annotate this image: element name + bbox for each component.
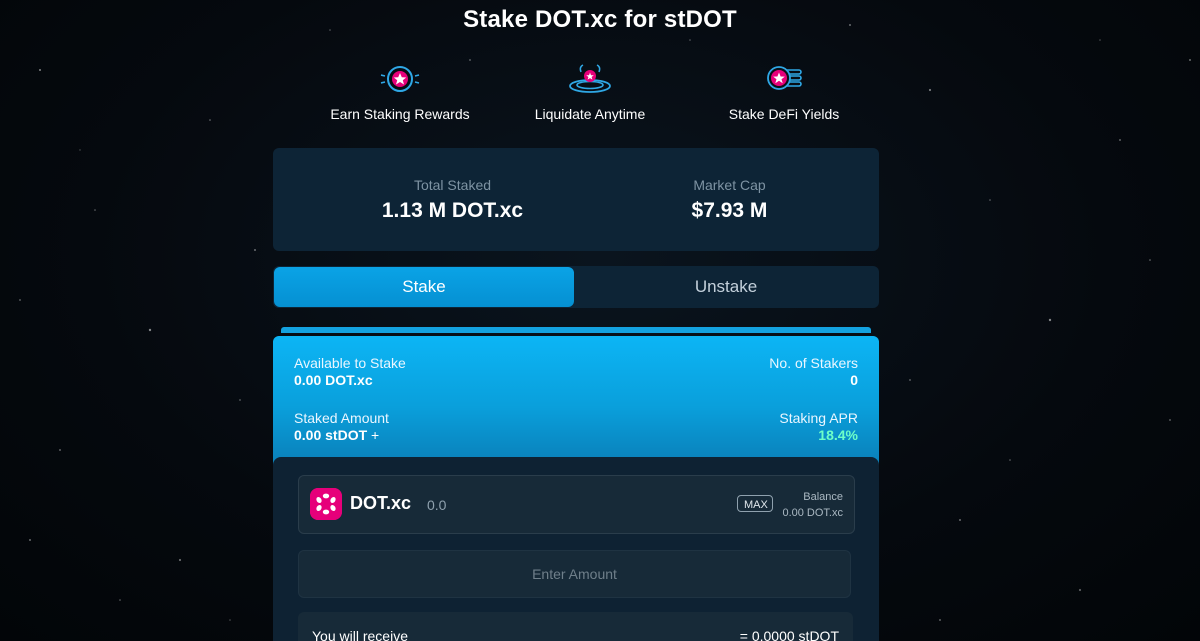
number-of-stakers: No. of Stakers 0 (769, 355, 858, 388)
tab-unstake[interactable]: Unstake (576, 267, 876, 307)
card-edge-decoration (281, 327, 871, 333)
staked-amount: Staked Amount 0.00 stDOT + (294, 410, 389, 443)
token-name: DOT.xc (350, 493, 412, 513)
amount-input[interactable] (298, 550, 851, 598)
market-cap-label: Market Cap (693, 177, 766, 193)
total-staked-label: Total Staked (413, 177, 492, 193)
receive-label: You will receive (312, 628, 408, 641)
staking-apr: Staking APR 18.4% (779, 410, 858, 443)
market-cap-stat: Market Cap $7.93 M (578, 177, 881, 223)
stake-page: Stake DOT.xc for stDOT Earn Staking Rewa… (0, 0, 1200, 641)
stake-form-panel: DOT.xc 0.0 MAX Balance 0.00 DOT.xc You w… (273, 457, 879, 641)
staked-value-row: 0.00 stDOT + (294, 427, 389, 443)
feature-defi-yields: Stake DeFi Yields (684, 62, 884, 122)
stats-panel: Total Staked 1.13 M DOT.xc Market Cap $7… (273, 148, 879, 251)
stake-tabs: Stake Unstake (273, 266, 879, 308)
feature-earn-rewards: Earn Staking Rewards (300, 62, 500, 122)
token-amount: 0.0 (427, 497, 447, 513)
receive-value: = 0.0000 stDOT (739, 628, 839, 641)
stakers-value: 0 (850, 372, 858, 388)
coin-stack-icon (767, 66, 802, 90)
receive-summary: You will receive = 0.0000 stDOT (298, 612, 853, 641)
max-button[interactable]: MAX (737, 495, 773, 512)
stake-card: Available to Stake 0.00 DOT.xc No. of St… (273, 336, 879, 641)
available-label: Available to Stake (294, 355, 406, 371)
total-staked-stat: Total Staked 1.13 M DOT.xc (301, 177, 604, 223)
apr-label: Staking APR (779, 410, 858, 426)
add-token-icon[interactable]: + (371, 427, 379, 443)
balance-label: Balance (803, 491, 843, 503)
tab-stake[interactable]: Stake (274, 267, 574, 307)
feature-label: Earn Staking Rewards (330, 106, 470, 122)
polkadot-logo-icon (310, 488, 342, 520)
total-staked-value: 1.13 M DOT.xc (381, 199, 524, 222)
stakers-label: No. of Stakers (769, 355, 858, 371)
staked-label: Staked Amount (294, 410, 389, 426)
balance-display: Balance 0.00 DOT.xc (782, 489, 843, 521)
available-to-stake: Available to Stake 0.00 DOT.xc (294, 355, 406, 388)
feature-list: Earn Staking Rewards Liquidate Anytime S… (300, 62, 900, 132)
feature-liquidate: Liquidate Anytime (490, 62, 690, 122)
page-title: Stake DOT.xc for stDOT (463, 6, 737, 33)
token-selector-row: DOT.xc 0.0 MAX Balance 0.00 DOT.xc (298, 475, 855, 534)
apr-value: 18.4% (818, 427, 858, 443)
balance-value: 0.00 DOT.xc (782, 507, 843, 519)
staked-value: 0.00 stDOT (294, 427, 368, 443)
market-cap-value: $7.93 M (691, 199, 768, 222)
staking-coin-icon (380, 66, 420, 92)
available-value: 0.00 DOT.xc (294, 372, 373, 388)
feature-label: Liquidate Anytime (534, 106, 646, 122)
feature-label: Stake DeFi Yields (728, 106, 840, 122)
stake-info-header: Available to Stake 0.00 DOT.xc No. of St… (273, 336, 879, 466)
liquid-drop-icon (569, 64, 611, 93)
